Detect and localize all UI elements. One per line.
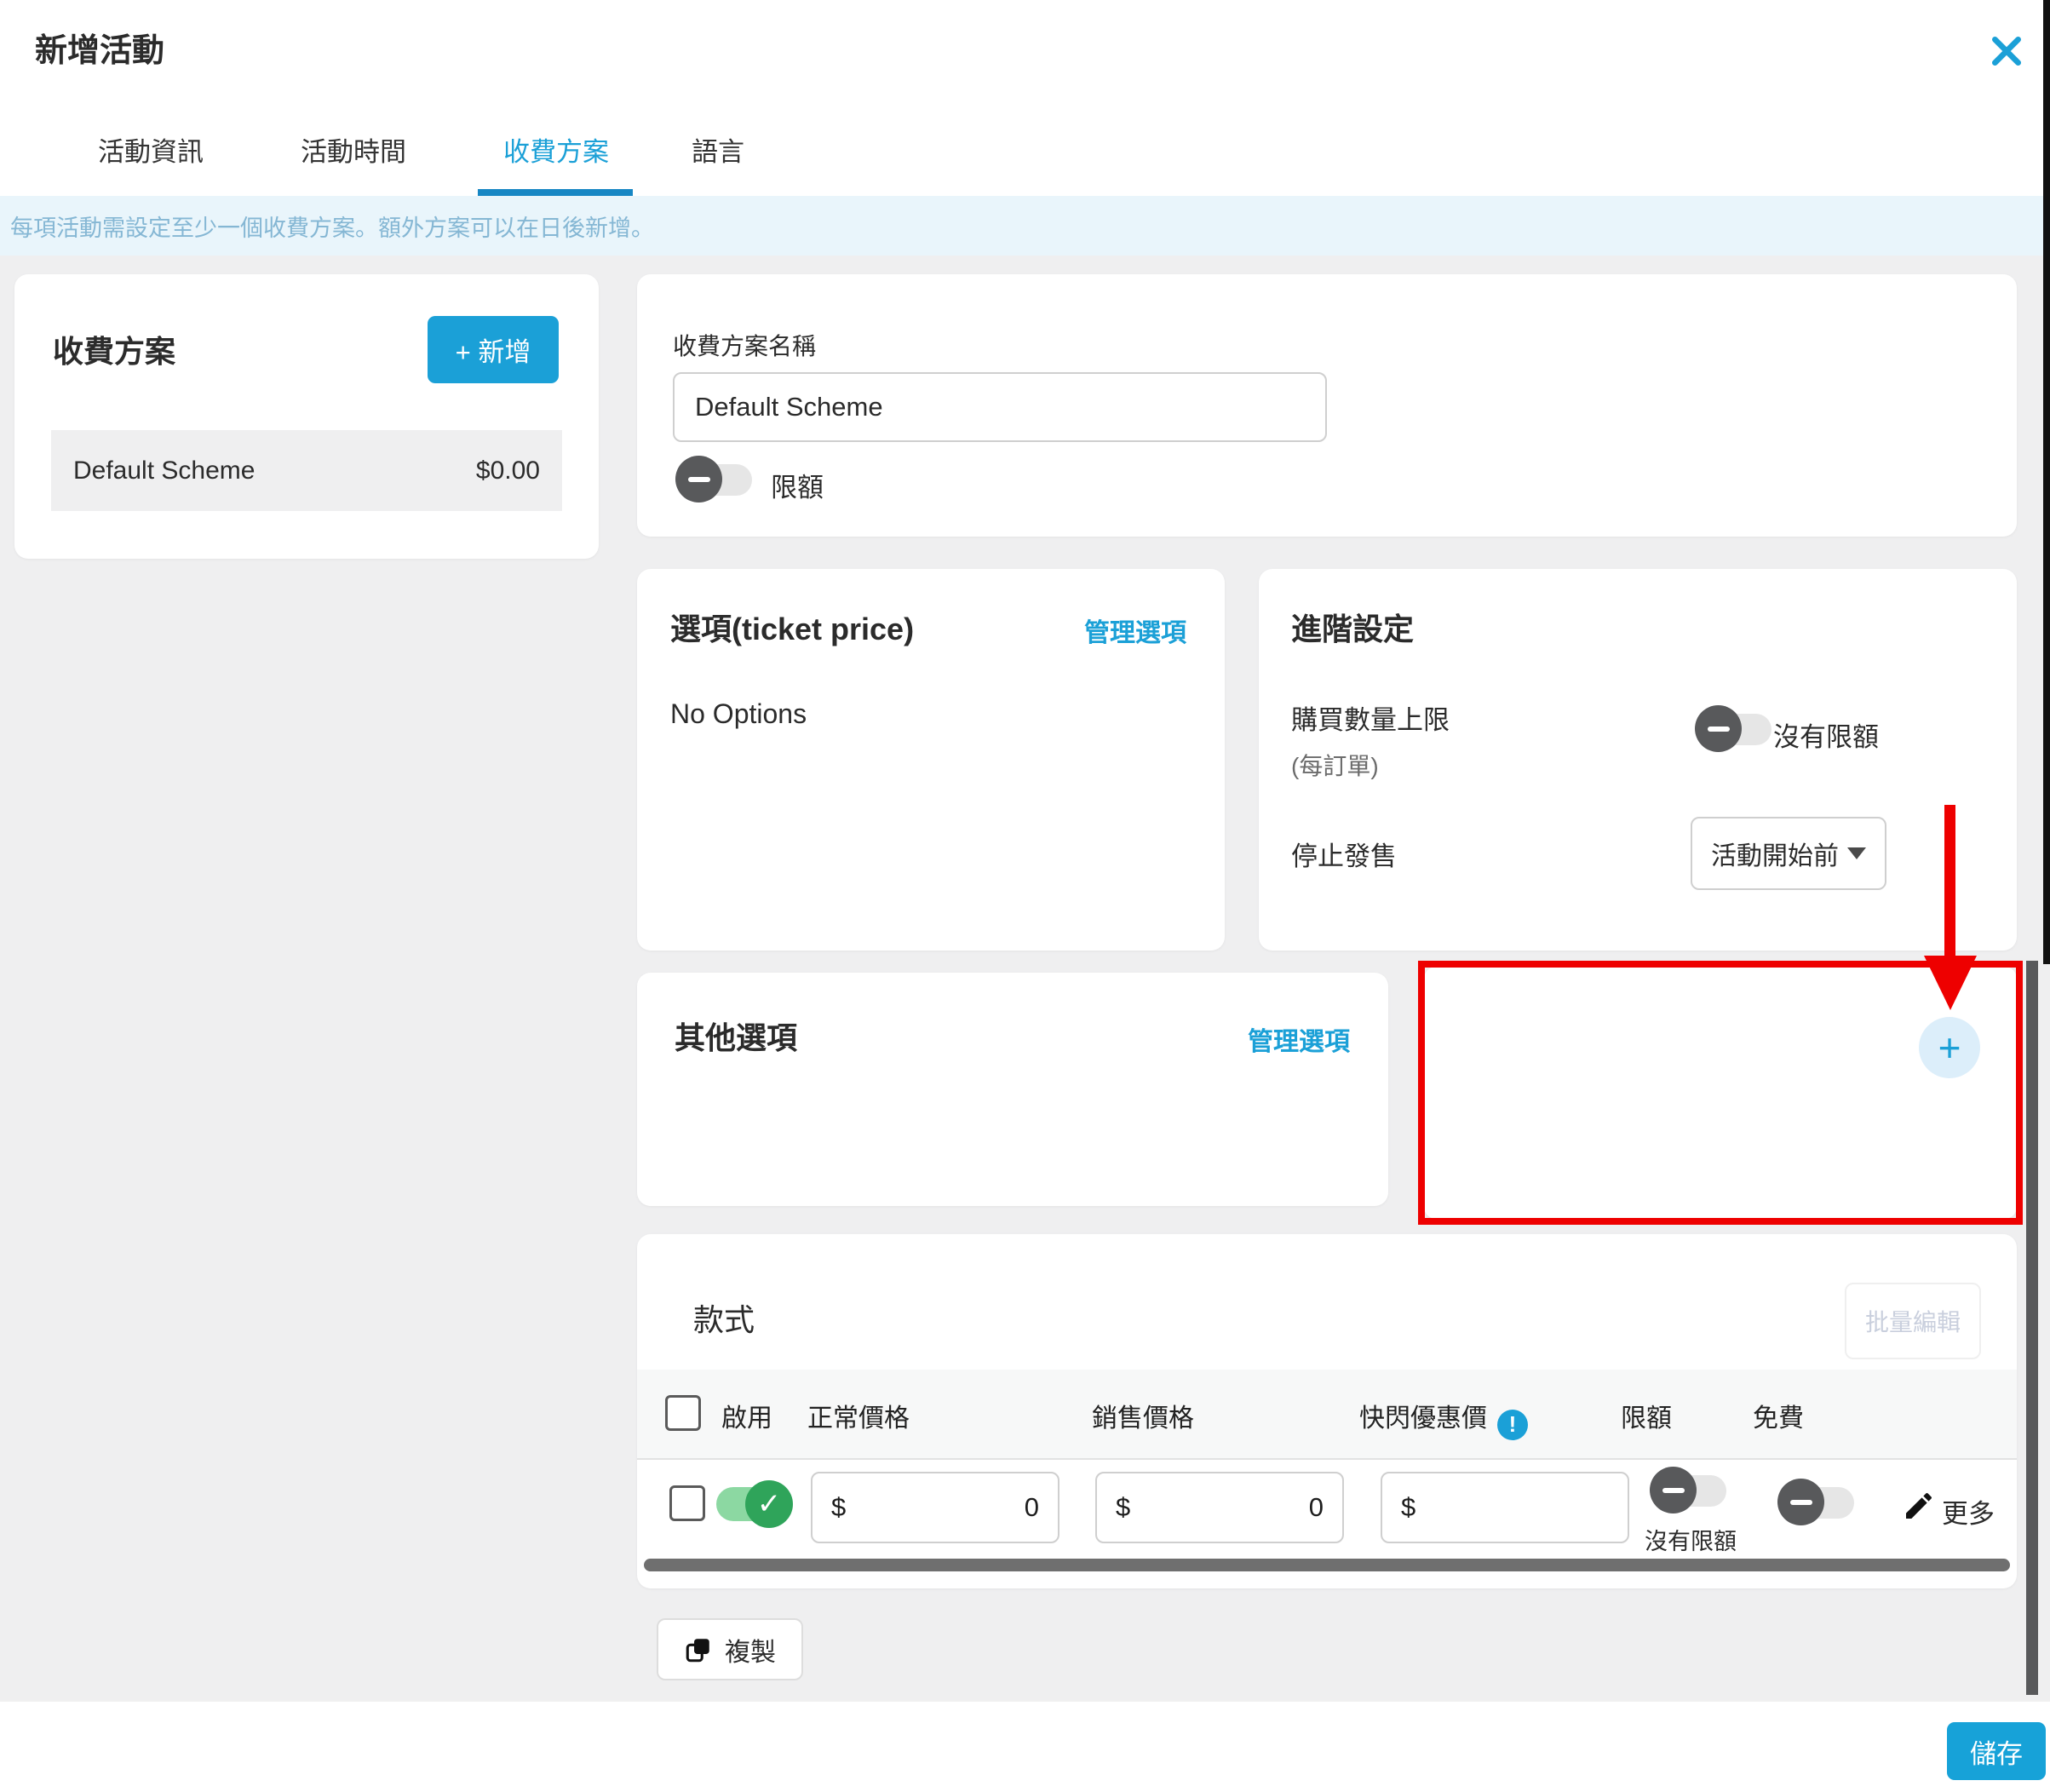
- info-banner-text: 每項活動需設定至少一個收費方案。額外方案可以在日後新增。: [10, 210, 654, 243]
- tab-pricing-scheme[interactable]: 收費方案: [503, 130, 609, 169]
- copy-button[interactable]: 複製: [657, 1618, 803, 1680]
- row-free-toggle[interactable]: [1777, 1479, 1856, 1526]
- scheme-name-label: 收費方案名稱: [673, 328, 816, 362]
- other-options-title: 其他選項: [675, 1014, 797, 1058]
- flash-price-input[interactable]: $: [1381, 1472, 1629, 1543]
- currency-prefix: $: [831, 1492, 846, 1523]
- red-arrow-head: [1924, 956, 1977, 1010]
- scheme-list-item[interactable]: Default Scheme $0.00: [51, 430, 562, 511]
- sale-price-value: 0: [1309, 1492, 1324, 1523]
- info-banner: 每項活動需設定至少一個收費方案。額外方案可以在日後新增。: [0, 196, 2050, 256]
- tab-bar: 活動資訊 活動時間 收費方案 語言: [0, 100, 2050, 196]
- scheme-item-price: $0.00: [476, 457, 540, 485]
- normal-price-value: 0: [1025, 1492, 1039, 1523]
- row-checkbox[interactable]: [669, 1485, 705, 1521]
- edit-pencil-icon[interactable]: [1902, 1489, 1936, 1523]
- other-options-card: 其他選項 管理選項: [637, 973, 1388, 1206]
- per-order-label: (每訂單): [1291, 748, 1379, 782]
- tab-activity-info[interactable]: 活動資訊: [98, 130, 204, 169]
- chevron-down-icon: [1847, 847, 1866, 859]
- more-link[interactable]: 更多: [1942, 1492, 1995, 1531]
- col-enabled: 啟用: [721, 1397, 772, 1434]
- toggle-knob-minus-icon: [1695, 705, 1742, 752]
- sale-price-input[interactable]: $ 0: [1095, 1472, 1344, 1543]
- col-flash-price-label: 快閃優惠價: [1359, 1404, 1487, 1433]
- copy-icon: [684, 1635, 713, 1664]
- purchase-no-limit-label: 沒有限額: [1773, 715, 1879, 754]
- col-flash-price: 快閃優惠價!: [1359, 1397, 1528, 1440]
- manage-ticket-options-link[interactable]: 管理選項: [1084, 612, 1186, 649]
- vertical-scrollbar-thumb[interactable]: [2043, 0, 2050, 964]
- no-options-text: No Options: [670, 698, 807, 730]
- save-button[interactable]: 儲存: [1947, 1722, 2046, 1780]
- red-arrow-line: [1944, 805, 1955, 958]
- horizontal-scrollbar[interactable]: [644, 1559, 2010, 1571]
- modal-header: 新增活動: [0, 0, 2050, 101]
- scheme-item-name: Default Scheme: [73, 457, 255, 485]
- bulk-edit-button[interactable]: 批量編輯: [1845, 1283, 1981, 1359]
- select-all-checkbox[interactable]: [665, 1395, 701, 1431]
- stop-sale-dropdown[interactable]: 活動開始前: [1691, 817, 1886, 890]
- purchase-limit-label: 購買數量上限: [1291, 698, 1450, 737]
- col-sale-price: 銷售價格: [1092, 1397, 1194, 1434]
- close-icon[interactable]: [1986, 31, 2027, 72]
- scheme-form-card: 收費方案名稱 Default Scheme 限額: [637, 274, 2017, 537]
- ticket-options-card: 選項(ticket price) 管理選項 No Options: [637, 569, 1225, 951]
- ticket-options-title: 選項(ticket price): [670, 605, 914, 649]
- limit-toggle-label: 限額: [771, 466, 824, 504]
- col-limit: 限額: [1621, 1397, 1672, 1434]
- vertical-scrollbar-track[interactable]: [2026, 961, 2038, 1695]
- currency-prefix: $: [1116, 1492, 1130, 1523]
- normal-price-input[interactable]: $ 0: [811, 1472, 1059, 1543]
- check-icon: ✓: [757, 1487, 782, 1521]
- save-button-label: 儲存: [1970, 1732, 2023, 1771]
- row-enabled-toggle[interactable]: ✓: [716, 1479, 793, 1528]
- manage-other-options-link[interactable]: 管理選項: [1248, 1020, 1350, 1058]
- toggle-knob-minus-icon: [1650, 1467, 1697, 1513]
- advanced-settings-title: 進階設定: [1291, 605, 1414, 649]
- purchase-no-limit-toggle[interactable]: [1695, 705, 1773, 753]
- scheme-name-input[interactable]: Default Scheme: [673, 372, 1327, 442]
- copy-button-label: 複製: [725, 1631, 776, 1669]
- currency-prefix: $: [1401, 1492, 1415, 1523]
- scheme-name-value: Default Scheme: [695, 392, 883, 422]
- stop-sale-value: 活動開始前: [1711, 835, 1839, 872]
- toggle-knob-minus-icon: [675, 456, 722, 503]
- bulk-edit-label: 批量編輯: [1865, 1304, 1961, 1338]
- limit-toggle[interactable]: [675, 456, 754, 503]
- row-no-limit-label: 沒有限額: [1645, 1523, 1737, 1556]
- col-free: 免費: [1753, 1397, 1804, 1434]
- advanced-settings-card: 進階設定 購買數量上限 (每訂單) 沒有限額 停止發售 活動開始前: [1259, 569, 2017, 951]
- new-activity-modal: 新增活動 活動資訊 活動時間 收費方案 語言 每項活動需設定至少一個收費方案。額…: [0, 0, 2050, 1792]
- table-divider: [637, 1458, 2017, 1460]
- info-icon[interactable]: !: [1497, 1410, 1528, 1440]
- modal-footer: [0, 1700, 2050, 1792]
- styles-title: 款式: [693, 1295, 755, 1340]
- tab-activity-time[interactable]: 活動時間: [301, 130, 406, 169]
- toggle-knob-check-icon: ✓: [745, 1480, 793, 1528]
- stop-sale-label: 停止發售: [1291, 835, 1397, 873]
- row-limit-toggle[interactable]: [1650, 1467, 1728, 1514]
- toggle-knob-minus-icon: [1777, 1479, 1824, 1525]
- scheme-list-card: 收費方案 + 新增 Default Scheme $0.00: [14, 274, 599, 559]
- active-tab-underline: [478, 189, 633, 196]
- col-normal-price: 正常價格: [807, 1397, 910, 1434]
- add-scheme-button-label: + 新增: [456, 330, 531, 369]
- tab-language[interactable]: 語言: [692, 130, 744, 169]
- add-scheme-button[interactable]: + 新增: [428, 316, 559, 383]
- page-title: 新增活動: [35, 24, 164, 71]
- scheme-list-title: 收費方案: [53, 327, 175, 371]
